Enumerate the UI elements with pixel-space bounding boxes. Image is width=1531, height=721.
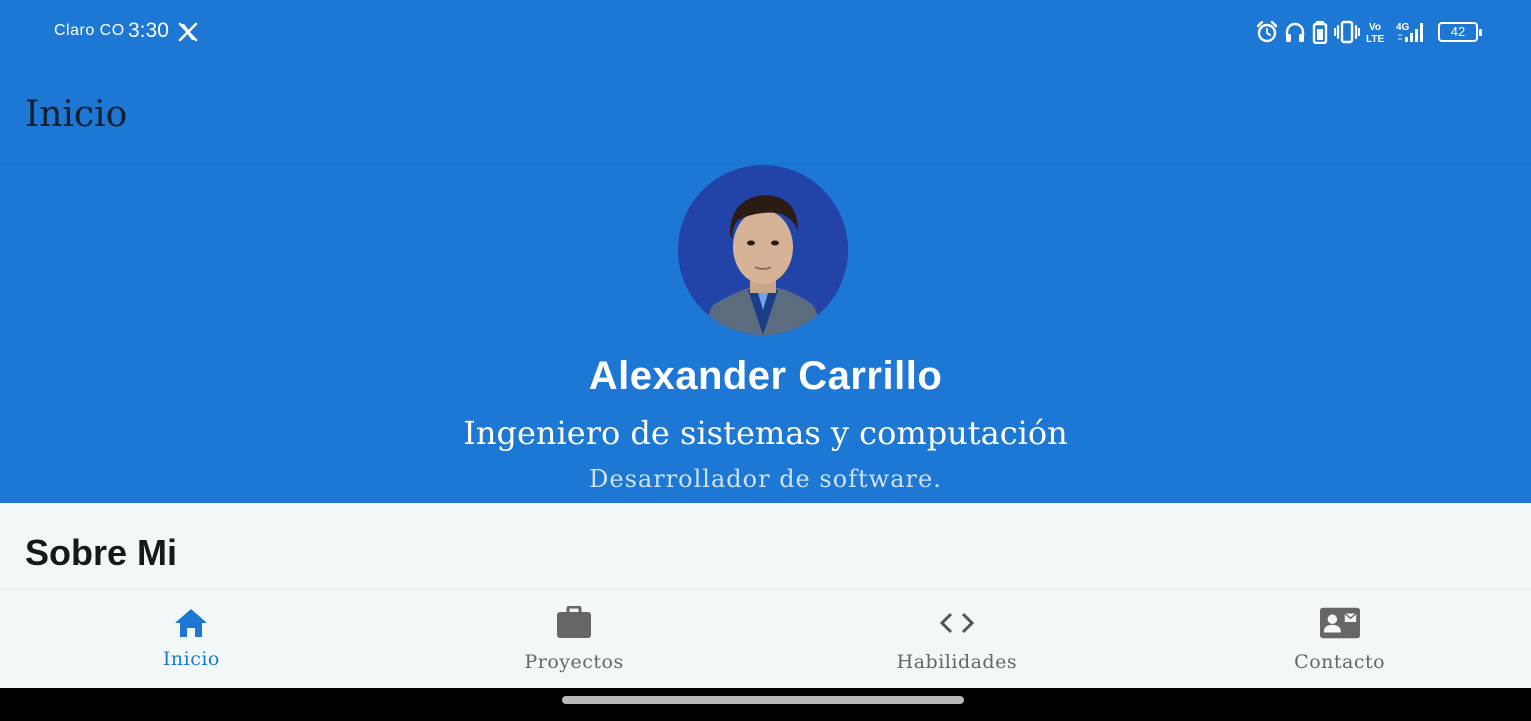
volte-icon: Vo LTE [1366,22,1384,44]
volte-bottom-label: LTE [1366,34,1384,44]
nav-label-inicio: Inicio [162,648,220,670]
avatar [678,165,848,335]
headphones-icon [1285,22,1305,42]
x-logo-icon [178,22,198,42]
profile-photo [678,165,848,335]
nav-item-contacto[interactable]: Contacto [1148,590,1531,688]
page-title: Inicio [25,94,128,135]
about-section-title: Sobre Mi [25,532,178,573]
contact-card-icon [1319,605,1360,641]
nav-item-inicio[interactable]: Inicio [0,590,383,688]
battery-icon: 42 [1438,22,1482,42]
nav-label-contacto: Contacto [1294,651,1386,673]
alarm-icon [1256,21,1278,43]
signal-icon: 4G [1396,22,1423,42]
nav-label-proyectos: Proyectos [524,651,624,673]
profile-role: Ingeniero de sistemas y computación [463,414,1068,452]
app-bar: Inicio [0,64,1531,164]
briefcase-icon [554,605,594,641]
profile-subtitle: Desarrollador de software. [589,465,942,493]
status-time: 3:30 [128,19,169,42]
home-icon [171,605,211,641]
profile-header: Claro CO 3:30 Vo LTE 4G 42 Inicio Alexan… [0,0,1531,503]
status-bar: Claro CO 3:30 Vo LTE 4G 42 [0,0,1531,64]
nav-label-habilidades: Habilidades [896,651,1018,673]
battery-saver-icon [1312,21,1328,44]
home-gesture-bar[interactable] [562,696,964,704]
nav-item-proyectos[interactable]: Proyectos [383,590,766,688]
nav-item-habilidades[interactable]: Habilidades [766,590,1149,688]
volte-top-label: Vo [1369,22,1381,33]
bottom-navigation: Inicio Proyectos Habilidades Contacto [0,589,1531,688]
network-type-label: 4G [1396,22,1410,33]
app-screen: Claro CO 3:30 Vo LTE 4G 42 Inicio Alexan… [0,0,1531,688]
carrier-label: Claro CO [54,22,125,39]
code-icon [937,605,977,641]
profile-name: Alexander Carrillo [588,354,943,398]
status-icons: Vo LTE 4G 42 [1256,20,1482,44]
vibrate-icon [1334,20,1360,44]
